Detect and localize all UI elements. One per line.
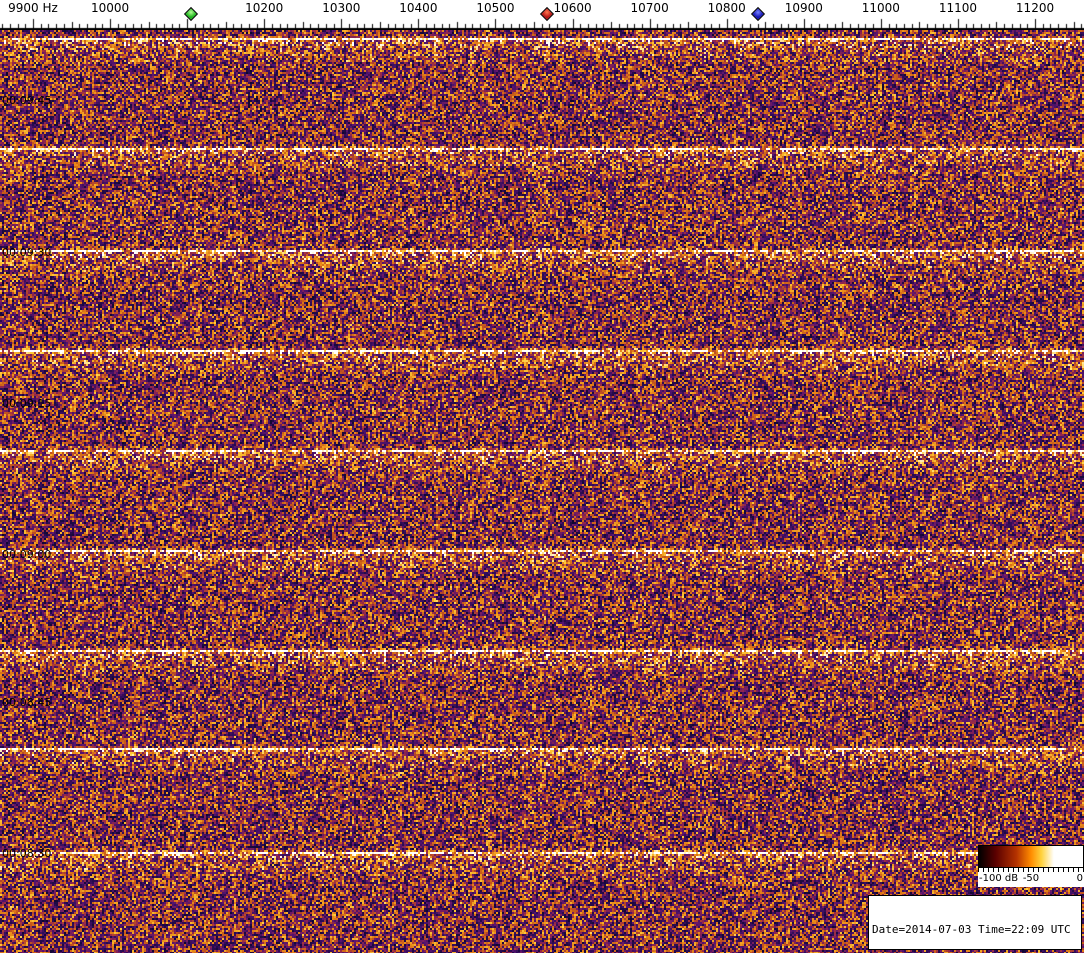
- info-date-time: Date=2014-07-03 Time=22:09 UTC: [872, 923, 1071, 936]
- status-info-box: Date=2014-07-03 Time=22:09 UTC Freq=143 …: [868, 895, 1082, 950]
- marker-blue-icon[interactable]: [750, 6, 765, 22]
- frequency-markers: [0, 0, 1084, 30]
- marker-green-icon[interactable]: [183, 6, 199, 22]
- db-color-legend: -100 dB -50 0: [978, 845, 1084, 887]
- waterfall-display[interactable]: [0, 30, 1084, 953]
- spectrogram-screen: 00:09:45 00:09:30 00:09:15 00:09:00 00:08:45…: [0, 0, 1084, 953]
- db-label-max: 0: [1076, 873, 1083, 884]
- db-label-min: -100 dB: [979, 873, 1019, 884]
- db-label-mid: -50: [1022, 873, 1040, 884]
- db-gradient-bar: [978, 845, 1084, 868]
- marker-red-icon[interactable]: [540, 6, 555, 22]
- db-legend-labels: -100 dB -50 0: [978, 872, 1084, 887]
